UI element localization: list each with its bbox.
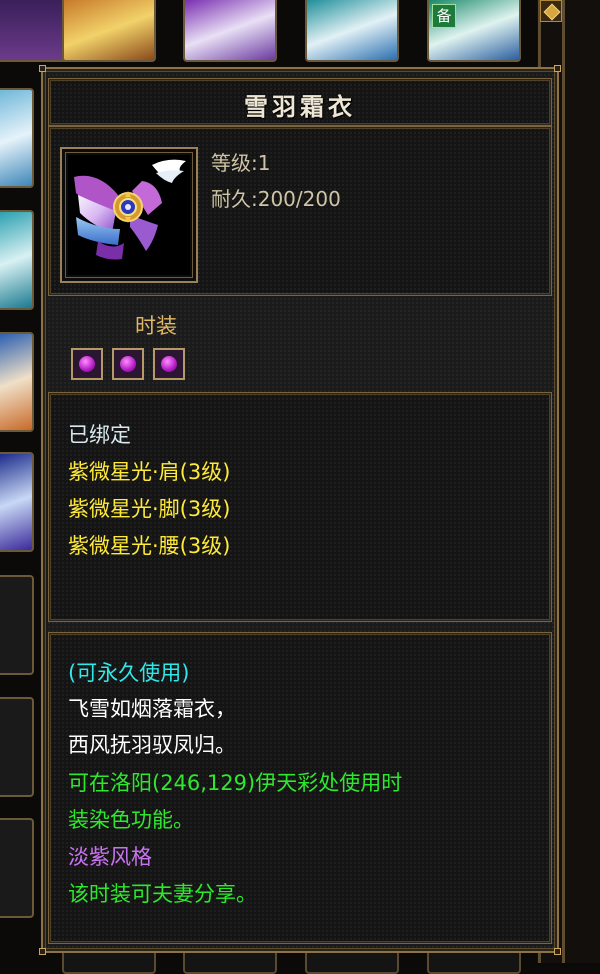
style-label: 淡紫风格 xyxy=(68,845,152,869)
inventory-slot[interactable] xyxy=(62,0,156,62)
frame-corner xyxy=(39,65,46,72)
gem-socket-icon xyxy=(153,348,185,380)
set-bonus-line: 紫微星光·脚(3级) xyxy=(68,497,231,521)
scrollbar-border xyxy=(562,0,565,963)
usage-duration: (可永久使用) xyxy=(68,661,190,685)
item-level: 等级:1 xyxy=(211,151,271,175)
description-panel: (可永久使用) 飞雪如烟落霜衣， 西风抚羽驭凤归。 可在洛阳(246,129)伊… xyxy=(48,632,552,944)
inventory-slot[interactable] xyxy=(0,452,34,552)
inventory-slot[interactable] xyxy=(183,0,277,62)
gem-socket-icon xyxy=(71,348,103,380)
flavor-text-line: 西风抚羽驭凤归。 xyxy=(68,733,236,757)
scroll-handle-icon[interactable] xyxy=(540,0,562,22)
title-panel: 雪羽霜衣 xyxy=(48,78,552,126)
share-info: 该时装可夫妻分享。 xyxy=(68,882,257,906)
item-durability: 耐久:200/200 xyxy=(211,187,341,211)
frame-corner xyxy=(554,65,561,72)
set-bonus-line: 紫微星光·腰(3级) xyxy=(68,534,231,558)
info-panel: 等级:1 耐久:200/200 xyxy=(48,126,552,296)
flavor-text-line: 飞雪如烟落霜衣， xyxy=(68,697,236,721)
inventory-slot[interactable] xyxy=(0,210,34,310)
equipped-tag: 备 xyxy=(432,4,456,28)
item-icon-frame xyxy=(60,147,198,283)
inventory-slot[interactable] xyxy=(0,818,34,918)
fashion-wings-icon xyxy=(68,155,190,275)
item-category: 时装 xyxy=(135,314,177,338)
item-name: 雪羽霜衣 xyxy=(244,93,356,121)
frame-corner xyxy=(554,948,561,955)
dye-info-line: 装染色功能。 xyxy=(68,808,194,832)
item-tooltip: 雪羽霜衣 等级:1 耐久:200/200 时装 已绑定 紫微星光·肩(3级) 紫… xyxy=(39,65,561,955)
inventory-slot[interactable] xyxy=(0,697,34,797)
inventory-slot[interactable] xyxy=(305,0,399,62)
frame-corner xyxy=(39,948,46,955)
attributes-panel: 已绑定 紫微星光·肩(3级) 紫微星光·脚(3级) 紫微星光·腰(3级) xyxy=(48,392,552,622)
inventory-slot[interactable] xyxy=(0,332,34,432)
inventory-slot[interactable] xyxy=(0,575,34,675)
bound-status: 已绑定 xyxy=(68,423,131,447)
inventory-slot[interactable] xyxy=(0,88,34,188)
set-bonus-line: 紫微星光·肩(3级) xyxy=(68,460,231,484)
gem-socket-icon xyxy=(112,348,144,380)
dye-info-line: 可在洛阳(246,129)伊天彩处使用时 xyxy=(68,771,403,795)
